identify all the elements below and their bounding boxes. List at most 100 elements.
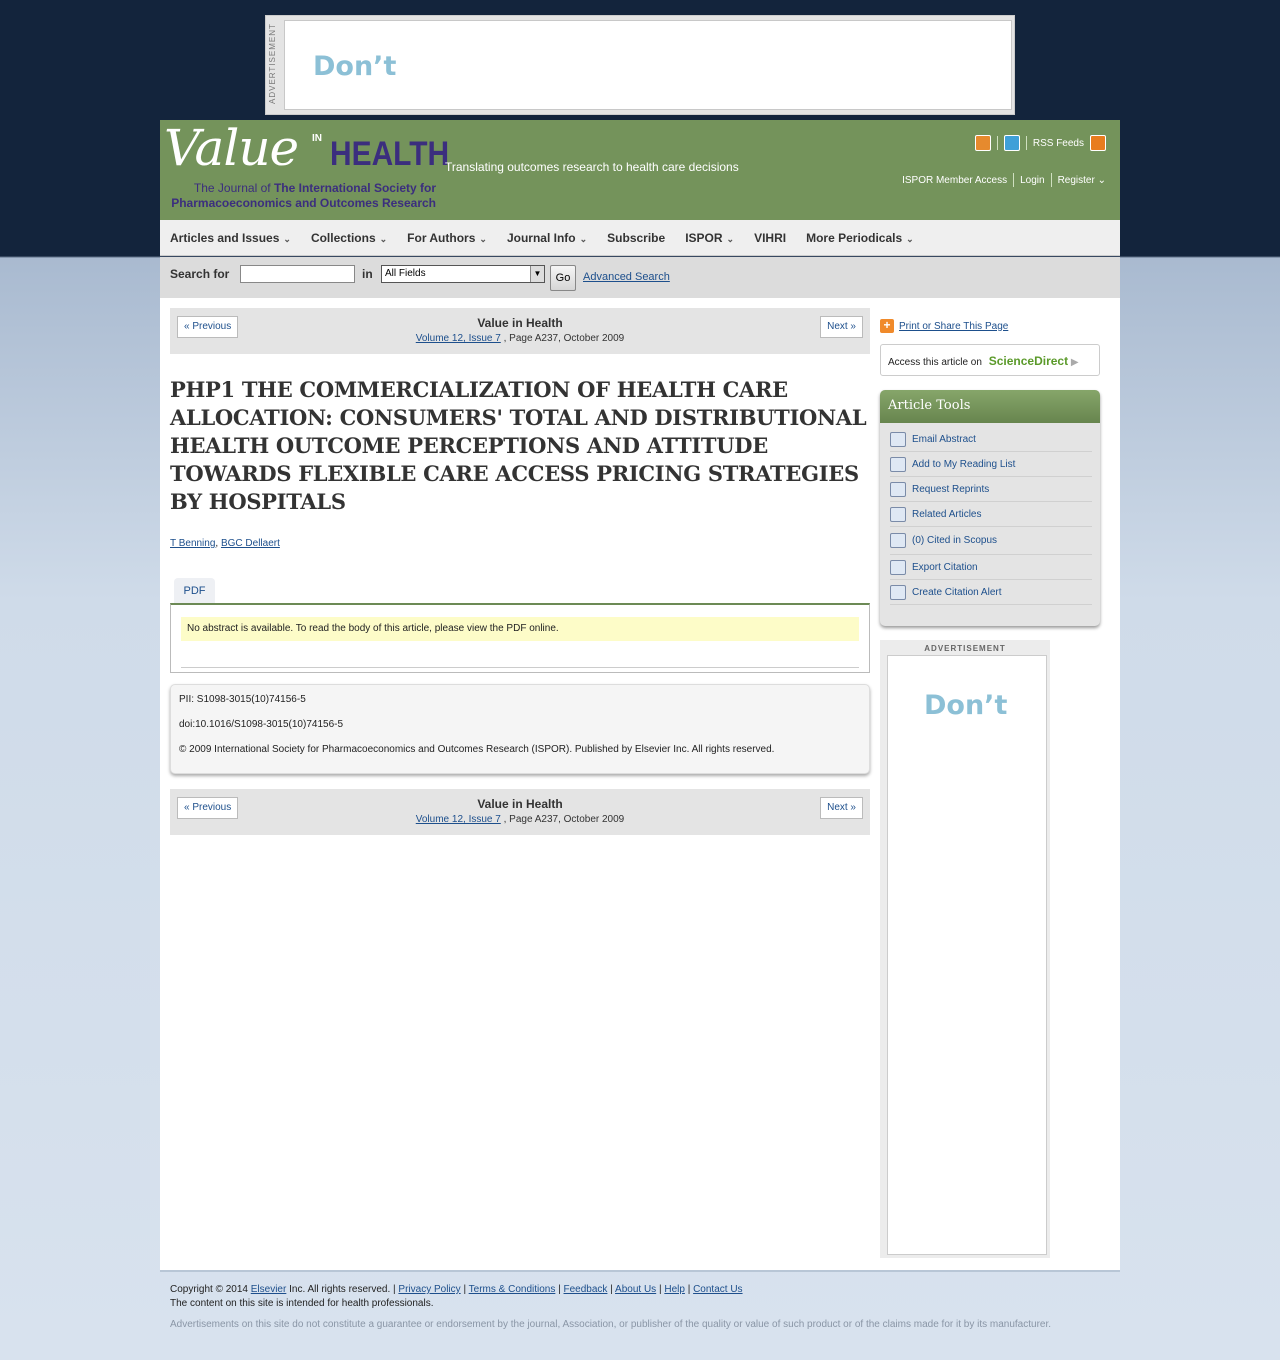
divider — [181, 667, 859, 668]
go-button[interactable]: Go — [550, 265, 576, 291]
logo-health-text: HEALTH — [330, 135, 450, 173]
related-articles-icon — [890, 506, 906, 522]
chevron-down-icon: ⌄ — [379, 233, 388, 244]
rss-icon[interactable] — [1090, 135, 1106, 151]
tool-request-reprints[interactable]: Request Reprints — [890, 477, 1092, 502]
next-button[interactable]: Next » — [820, 316, 863, 338]
export-citation-icon — [890, 559, 906, 575]
footer-links: Copyright © 2014 Elsevier Inc. All right… — [170, 1284, 743, 1295]
nav-item-subscribe[interactable]: Subscribe — [607, 231, 665, 245]
search-field-select[interactable]: All Fields ▼ — [381, 265, 545, 283]
journal-title: Value in Health — [477, 316, 563, 330]
about-us-link[interactable]: About Us — [615, 1284, 656, 1295]
chevron-down-icon: ⌄ — [283, 233, 291, 244]
tool-reading-list[interactable]: Add to My Reading List — [890, 452, 1092, 477]
page-info: , Page A237, October 2009 — [503, 333, 625, 344]
chevron-down-icon: ⌄ — [906, 233, 914, 244]
sciencedirect-link[interactable]: ScienceDirect — [989, 354, 1068, 368]
author-list: T Benning, BGC Dellaert — [170, 538, 280, 549]
search-input[interactable] — [240, 265, 355, 283]
chevron-down-icon: ⌄ — [726, 233, 735, 244]
search-in-label: in — [362, 267, 373, 281]
feedback-link[interactable]: Feedback — [564, 1284, 608, 1295]
tool-related-articles[interactable]: Related Articles — [890, 502, 1092, 527]
volume-issue-link[interactable]: Volume 12, Issue 7 — [416, 814, 501, 825]
footer-disclaimer: Advertisements on this site do not const… — [170, 1319, 1052, 1330]
rss-feeds-link[interactable]: RSS Feeds — [1033, 138, 1084, 149]
nav-item-journal-info[interactable]: Journal Info ⌄ — [507, 231, 587, 245]
author-link[interactable]: BGC Dellaert — [221, 538, 280, 549]
logo-in-text: IN — [312, 133, 322, 144]
tool-email-abstract[interactable]: Email Abstract — [890, 427, 1092, 452]
print-share[interactable]: + Print or Share This Page — [880, 319, 1008, 333]
nav-item-vihri[interactable]: VIHRI — [754, 231, 786, 245]
doi-text: doi:10.1016/S1098-3015(10)74156-5 — [179, 719, 344, 730]
help-link[interactable]: Help — [664, 1284, 685, 1295]
scopus-icon — [890, 533, 906, 548]
header-icons: RSS Feeds — [974, 135, 1106, 151]
member-access-link[interactable]: ISPOR Member Access — [902, 175, 1007, 186]
main-content: « Previous Value in Health Volume 12, Is… — [160, 298, 1120, 1270]
email-icon — [890, 431, 906, 447]
reprints-icon — [890, 481, 906, 497]
ad-banner[interactable]: Don’t — [887, 655, 1047, 1255]
journal-logo[interactable]: Value IN HEALTH The Journal of The Inter… — [164, 119, 449, 215]
print-share-link[interactable]: Print or Share This Page — [899, 321, 1008, 332]
search-label: Search for — [170, 267, 230, 281]
twitter-icon[interactable] — [1003, 135, 1020, 151]
nav-item-for-authors[interactable]: For Authors ⌄ — [407, 231, 487, 245]
article-tools-title: Article Tools — [880, 390, 1100, 423]
article-copyright: © 2009 International Society for Pharmac… — [179, 744, 775, 755]
top-advertisement[interactable]: ADVERTISEMENT Don’t — [265, 15, 1015, 115]
nav-item-articles-and-issues[interactable]: Articles and Issues ⌄ — [170, 231, 291, 245]
article-title: PHP1 THE COMMERCIALIZATION OF HEALTH CAR… — [170, 377, 867, 514]
mobile-icon[interactable] — [974, 135, 991, 151]
ad-label: ADVERTISEMENT — [268, 23, 277, 104]
tool-export-citation[interactable]: Export Citation — [890, 555, 1092, 580]
tool-cited-in-scopus[interactable]: (0) Cited in Scopus — [890, 527, 1092, 555]
nav-item-ispor[interactable]: ISPOR ⌄ — [685, 231, 734, 245]
article-metadata: PII: S1098-3015(10)74156-5 doi:10.1016/S… — [170, 684, 870, 774]
site-header: Value IN HEALTH The Journal of The Inter… — [160, 119, 1120, 220]
logo-subtitle: The Journal of The International Society… — [171, 181, 436, 210]
article-pager-bottom: « Previous Value in Health Volume 12, Is… — [170, 789, 870, 835]
author-link[interactable]: T Benning — [170, 538, 215, 549]
page-info: , Page A237, October 2009 — [503, 814, 625, 825]
article-tools: Article Tools Email Abstract Add to My R… — [880, 390, 1100, 626]
privacy-policy-link[interactable]: Privacy Policy — [398, 1284, 460, 1295]
main-navigation: Articles and Issues ⌄ Collections ⌄ For Auth… — [160, 220, 1120, 256]
logo-value-text: Value — [164, 119, 299, 177]
sciencedirect-access[interactable]: Access this article on ScienceDirect ▶ — [880, 344, 1100, 376]
advanced-search-link[interactable]: Advanced Search — [583, 271, 670, 283]
chevron-down-icon: ⌄ — [1097, 174, 1106, 186]
plus-icon: + — [880, 319, 894, 333]
chevron-down-icon: ⌄ — [579, 233, 588, 244]
volume-issue-link[interactable]: Volume 12, Issue 7 — [416, 333, 501, 344]
no-abstract-note: No abstract is available. To read the bo… — [181, 617, 859, 641]
site-tagline: Translating outcomes research to health … — [445, 160, 739, 174]
tool-citation-alert[interactable]: Create Citation Alert — [890, 580, 1092, 605]
contact-us-link[interactable]: Contact Us — [693, 1284, 742, 1295]
article-pager-top: « Previous Value in Health Volume 12, Is… — [170, 308, 870, 354]
ad-text: Don’t — [313, 51, 397, 82]
tab-pdf[interactable]: PDF — [174, 578, 215, 604]
next-button[interactable]: Next » — [820, 797, 863, 819]
sidebar-advertisement[interactable]: ADVERTISEMENT Don’t — [880, 640, 1050, 1258]
chevron-down-icon: ⌄ — [479, 233, 487, 244]
ad-banner[interactable]: Don’t — [284, 20, 1012, 110]
elsevier-link[interactable]: Elsevier — [251, 1284, 287, 1295]
terms-link[interactable]: Terms & Conditions — [469, 1284, 556, 1295]
nav-item-collections[interactable]: Collections ⌄ — [311, 231, 387, 245]
journal-title: Value in Health — [477, 797, 563, 811]
nav-item-more-periodicals[interactable]: More Periodicals ⌄ — [806, 231, 914, 245]
footer-note: The content on this site is intended for… — [170, 1298, 434, 1309]
arrow-right-icon: ▶ — [1070, 357, 1079, 368]
abstract-panel: No abstract is available. To read the bo… — [170, 603, 870, 673]
pii-text: PII: S1098-3015(10)74156-5 — [179, 694, 306, 705]
site-footer: Copyright © 2014 Elsevier Inc. All right… — [160, 1270, 1120, 1330]
login-link[interactable]: Login — [1020, 175, 1044, 186]
ad-text: Don’t — [924, 690, 1008, 721]
register-link[interactable]: Register ⌄ — [1058, 175, 1106, 186]
account-links: ISPOR Member Access Login Register ⌄ — [902, 173, 1106, 187]
ad-label: ADVERTISEMENT — [924, 644, 1006, 653]
